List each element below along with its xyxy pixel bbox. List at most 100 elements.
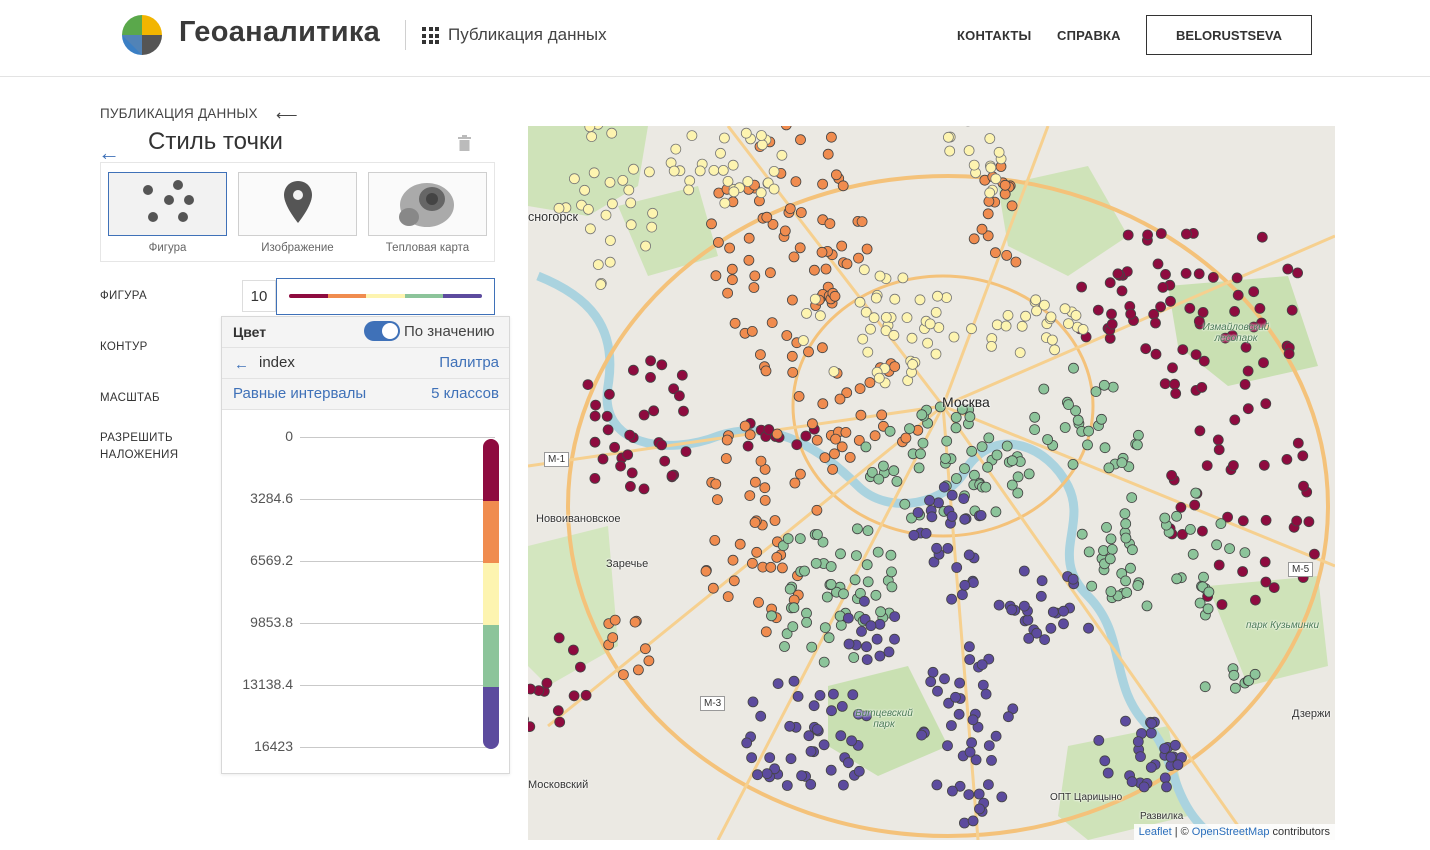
data-point[interactable] (1198, 355, 1210, 367)
data-point[interactable] (1106, 318, 1118, 330)
data-point[interactable] (959, 463, 970, 475)
data-point[interactable] (1098, 379, 1110, 391)
data-point[interactable] (932, 685, 943, 697)
osm-link[interactable]: OpenStreetMap (1192, 826, 1270, 838)
data-point[interactable] (946, 593, 958, 605)
data-point[interactable] (1086, 580, 1098, 592)
data-point[interactable] (914, 294, 926, 306)
data-point[interactable] (886, 566, 897, 578)
data-point[interactable] (856, 625, 867, 637)
data-point[interactable] (948, 331, 960, 343)
data-point[interactable] (1224, 543, 1235, 555)
data-point[interactable] (888, 465, 900, 477)
data-point[interactable] (746, 752, 758, 764)
data-point[interactable] (951, 562, 963, 573)
data-point[interactable] (982, 208, 994, 220)
data-point[interactable] (864, 377, 876, 388)
data-point[interactable] (787, 366, 799, 378)
data-point[interactable] (855, 409, 867, 421)
data-point[interactable] (749, 270, 761, 282)
data-point[interactable] (645, 355, 656, 367)
data-point[interactable] (656, 439, 668, 451)
data-point[interactable] (1203, 586, 1215, 598)
data-point[interactable] (986, 755, 997, 766)
data-point[interactable] (1297, 450, 1309, 462)
data-point[interactable] (659, 455, 671, 467)
data-point[interactable] (906, 332, 918, 344)
data-point[interactable] (954, 677, 966, 689)
data-point[interactable] (837, 779, 849, 791)
data-point[interactable] (1228, 460, 1239, 471)
data-point[interactable] (1165, 295, 1176, 307)
data-point[interactable] (765, 561, 777, 573)
data-point[interactable] (1082, 439, 1093, 451)
data-point[interactable] (870, 292, 882, 304)
data-point[interactable] (1181, 228, 1192, 240)
data-point[interactable] (528, 683, 536, 695)
data-point[interactable] (640, 240, 651, 252)
data-point[interactable] (1141, 600, 1153, 612)
data-point[interactable] (1105, 586, 1117, 597)
data-point[interactable] (760, 626, 772, 638)
data-point[interactable] (718, 132, 730, 144)
data-point[interactable] (589, 410, 601, 422)
data-point[interactable] (825, 578, 837, 590)
data-point[interactable] (1076, 528, 1088, 540)
data-point[interactable] (873, 372, 885, 384)
data-point[interactable] (1190, 487, 1202, 499)
data-point[interactable] (964, 746, 976, 758)
data-point[interactable] (865, 323, 876, 335)
data-point[interactable] (1120, 518, 1132, 530)
data-point[interactable] (709, 534, 721, 546)
data-point[interactable] (874, 270, 886, 282)
data-point[interactable] (717, 165, 729, 176)
data-point[interactable] (1258, 357, 1269, 369)
data-point[interactable] (939, 673, 950, 685)
data-point[interactable] (1242, 365, 1254, 377)
data-point[interactable] (1076, 281, 1087, 293)
data-point[interactable] (980, 481, 992, 493)
data-point[interactable] (680, 446, 692, 458)
data-point[interactable] (554, 716, 566, 728)
data-point[interactable] (1215, 518, 1227, 530)
data-point[interactable] (1260, 514, 1272, 526)
data-point[interactable] (784, 203, 796, 214)
data-point[interactable] (873, 473, 885, 485)
data-point[interactable] (1231, 272, 1243, 284)
data-point[interactable] (1159, 743, 1171, 754)
data-point[interactable] (776, 562, 788, 574)
data-point[interactable] (974, 803, 985, 815)
data-point[interactable] (922, 337, 934, 349)
data-point[interactable] (1190, 349, 1202, 361)
data-point[interactable] (568, 690, 580, 702)
data-point[interactable] (822, 148, 834, 160)
data-point[interactable] (889, 633, 900, 645)
data-point[interactable] (907, 358, 919, 370)
data-point[interactable] (589, 472, 601, 484)
data-point[interactable] (625, 197, 637, 209)
data-point[interactable] (816, 342, 828, 354)
data-point[interactable] (788, 251, 800, 263)
data-point[interactable] (915, 448, 926, 460)
data-point[interactable] (607, 198, 618, 210)
data-point[interactable] (908, 529, 920, 541)
data-point[interactable] (1283, 348, 1295, 360)
data-point[interactable] (846, 735, 858, 747)
data-point[interactable] (993, 146, 1005, 158)
data-point[interactable] (764, 267, 776, 279)
data-point[interactable] (1106, 308, 1117, 320)
data-point[interactable] (837, 180, 849, 192)
data-point[interactable] (604, 256, 616, 268)
data-point[interactable] (1196, 381, 1208, 393)
data-point[interactable] (1172, 759, 1184, 771)
data-point[interactable] (808, 264, 820, 276)
data-point[interactable] (638, 409, 650, 421)
data-point[interactable] (673, 390, 685, 402)
data-point[interactable] (1067, 573, 1079, 585)
data-point[interactable] (984, 133, 996, 144)
data-point[interactable] (821, 591, 833, 603)
data-point[interactable] (1006, 455, 1018, 467)
data-point[interactable] (761, 211, 773, 223)
data-point[interactable] (800, 430, 812, 442)
data-point[interactable] (1145, 762, 1157, 773)
